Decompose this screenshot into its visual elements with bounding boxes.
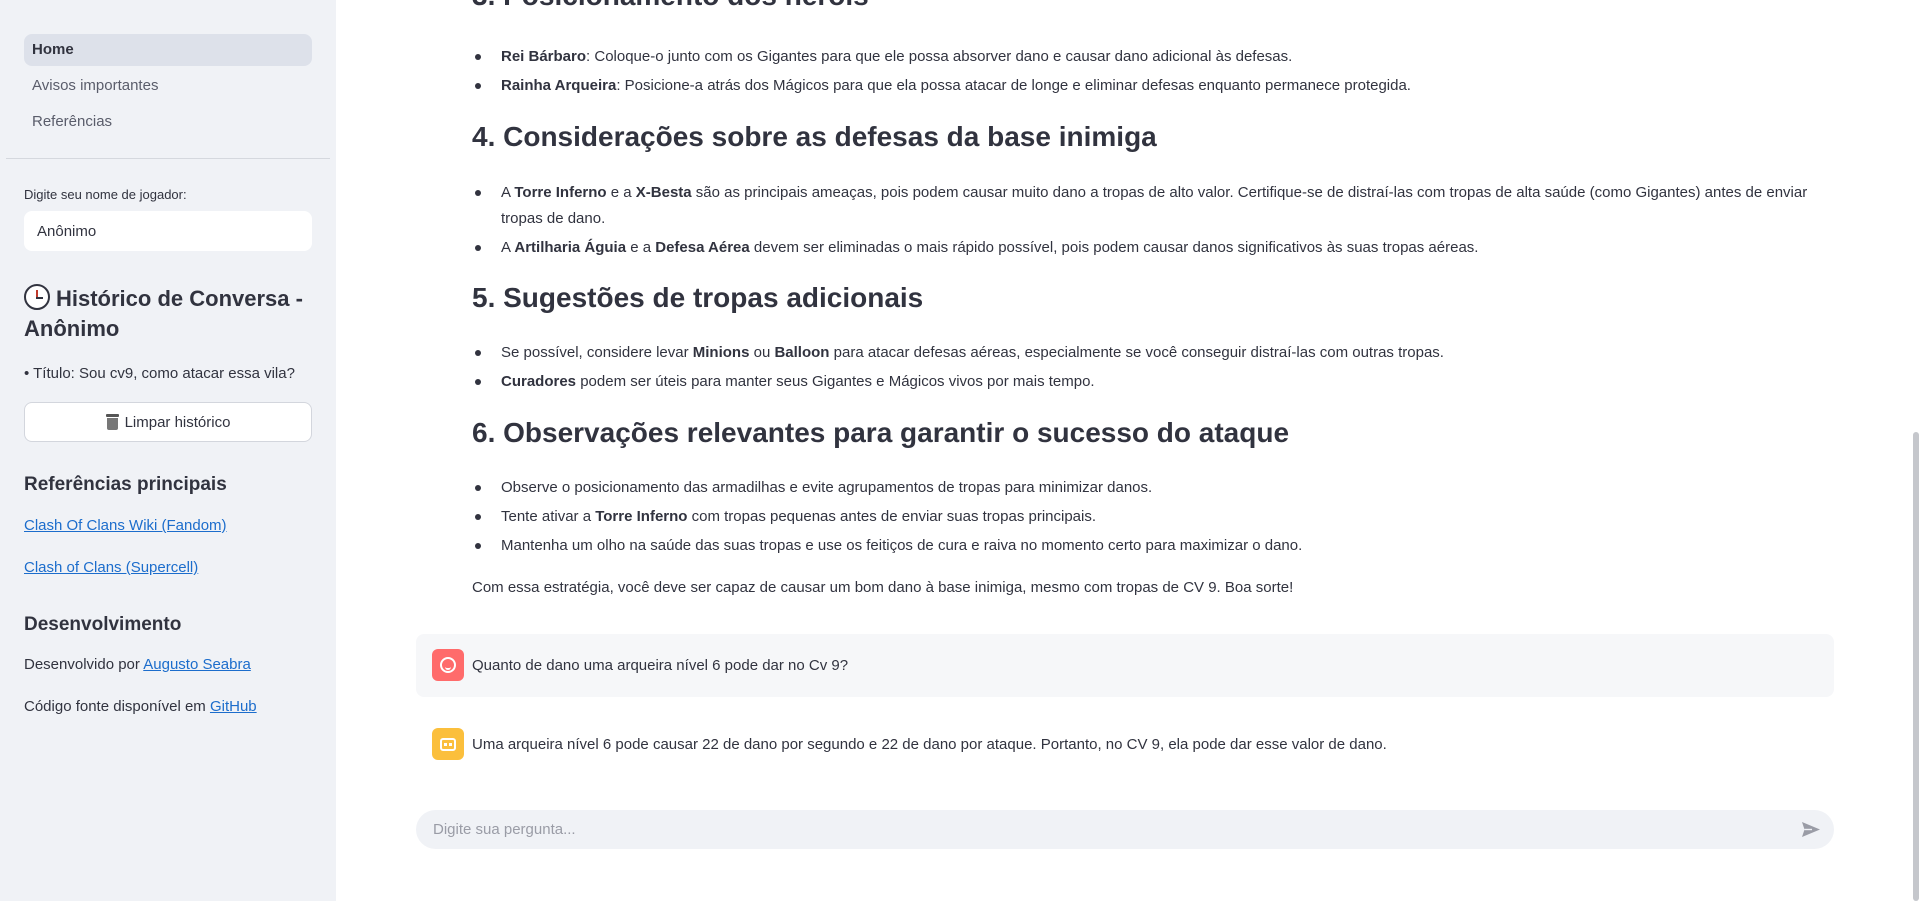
- user-message-text: Quanto de dano uma arqueira nível 6 pode…: [472, 657, 849, 674]
- history-title-text: Histórico de Conversa - Anônimo: [24, 286, 303, 341]
- observations-list: Observe o posicionamento das armadilhas …: [472, 475, 1832, 562]
- dev-title: Desenvolvimento: [24, 614, 182, 635]
- github-link[interactable]: GitHub: [210, 698, 257, 715]
- list-item: Se possível, considere levar Minions ou …: [472, 340, 1832, 366]
- assistant-message: Uma arqueira nível 6 pode causar 22 de d…: [416, 713, 1834, 776]
- user-message: Quanto de dano uma arqueira nível 6 pode…: [416, 634, 1834, 697]
- list-item: A Torre Inferno e a X-Besta são as princ…: [472, 180, 1832, 232]
- scrollbar-thumb[interactable]: [1913, 432, 1919, 901]
- list-item: Rei Bárbaro: Coloque-o junto com os Giga…: [472, 44, 1832, 70]
- assistant-message-text: Uma arqueira nível 6 pode causar 22 de d…: [472, 736, 1387, 753]
- trash-icon: [105, 414, 119, 430]
- sidebar-nav: Home Avisos importantes Referências: [24, 34, 312, 142]
- nav-item-referencias[interactable]: Referências: [24, 106, 312, 138]
- clear-history-button[interactable]: Limpar histórico: [24, 402, 312, 442]
- list-item: Observe o posicionamento das armadilhas …: [472, 475, 1832, 501]
- list-item: Curadores podem ser úteis para manter se…: [472, 369, 1832, 395]
- sidebar: Home Avisos importantes Referências Digi…: [0, 0, 336, 901]
- chat-input-bar: [416, 810, 1834, 849]
- list-item: Tente ativar a Torre Inferno com tropas …: [472, 504, 1832, 530]
- source-credit-text: Código fonte disponível em: [24, 698, 210, 715]
- list-item: A Artilharia Águia e a Defesa Aérea deve…: [472, 235, 1832, 261]
- link-supercell[interactable]: Clash of Clans (Supercell): [24, 559, 198, 576]
- player-name-input[interactable]: [24, 211, 312, 251]
- user-avatar-icon: [432, 649, 464, 681]
- history-title: Histórico de Conversa - Anônimo: [24, 284, 320, 344]
- closing-paragraph: Com essa estratégia, você deve ser capaz…: [472, 579, 1294, 596]
- nav-item-home[interactable]: Home: [24, 34, 312, 66]
- clear-history-label: Limpar histórico: [124, 413, 231, 431]
- heading-heroes: 3. Posicionamento dos heróis: [472, 0, 869, 10]
- nav-item-avisos[interactable]: Avisos importantes: [24, 70, 312, 102]
- source-credit: Código fonte disponível em GitHub: [24, 698, 257, 715]
- heroes-list: Rei Bárbaro: Coloque-o junto com os Giga…: [472, 44, 1832, 102]
- heading-observations: 6. Observações relevantes para garantir …: [472, 417, 1290, 448]
- troops-list: Se possível, considere levar Minions ou …: [472, 340, 1832, 398]
- send-icon[interactable]: [1802, 822, 1820, 837]
- player-name-label: Digite seu nome de jogador:: [24, 187, 187, 202]
- clock-icon: [24, 284, 50, 310]
- link-fandom-wiki[interactable]: Clash Of Clans Wiki (Fandom): [24, 517, 227, 534]
- author-link[interactable]: Augusto Seabra: [143, 656, 251, 673]
- refs-title: Referências principais: [24, 474, 227, 495]
- sidebar-divider: [6, 158, 330, 159]
- list-item: Rainha Arqueira: Posicione-a atrás dos M…: [472, 73, 1832, 99]
- bot-avatar-icon: [432, 728, 464, 760]
- dev-credit-text: Desenvolvido por: [24, 656, 144, 673]
- chat-input[interactable]: [416, 810, 1786, 849]
- dev-credit: Desenvolvido por Augusto Seabra: [24, 656, 251, 673]
- list-item: Mantenha um olho na saúde das suas tropa…: [472, 533, 1832, 559]
- heading-troops: 5. Sugestões de tropas adicionais: [472, 282, 924, 313]
- history-item[interactable]: • Título: Sou cv9, como atacar essa vila…: [24, 365, 295, 382]
- defenses-list: A Torre Inferno e a X-Besta são as princ…: [472, 180, 1832, 264]
- heading-defenses: 4. Considerações sobre as defesas da bas…: [472, 121, 1157, 152]
